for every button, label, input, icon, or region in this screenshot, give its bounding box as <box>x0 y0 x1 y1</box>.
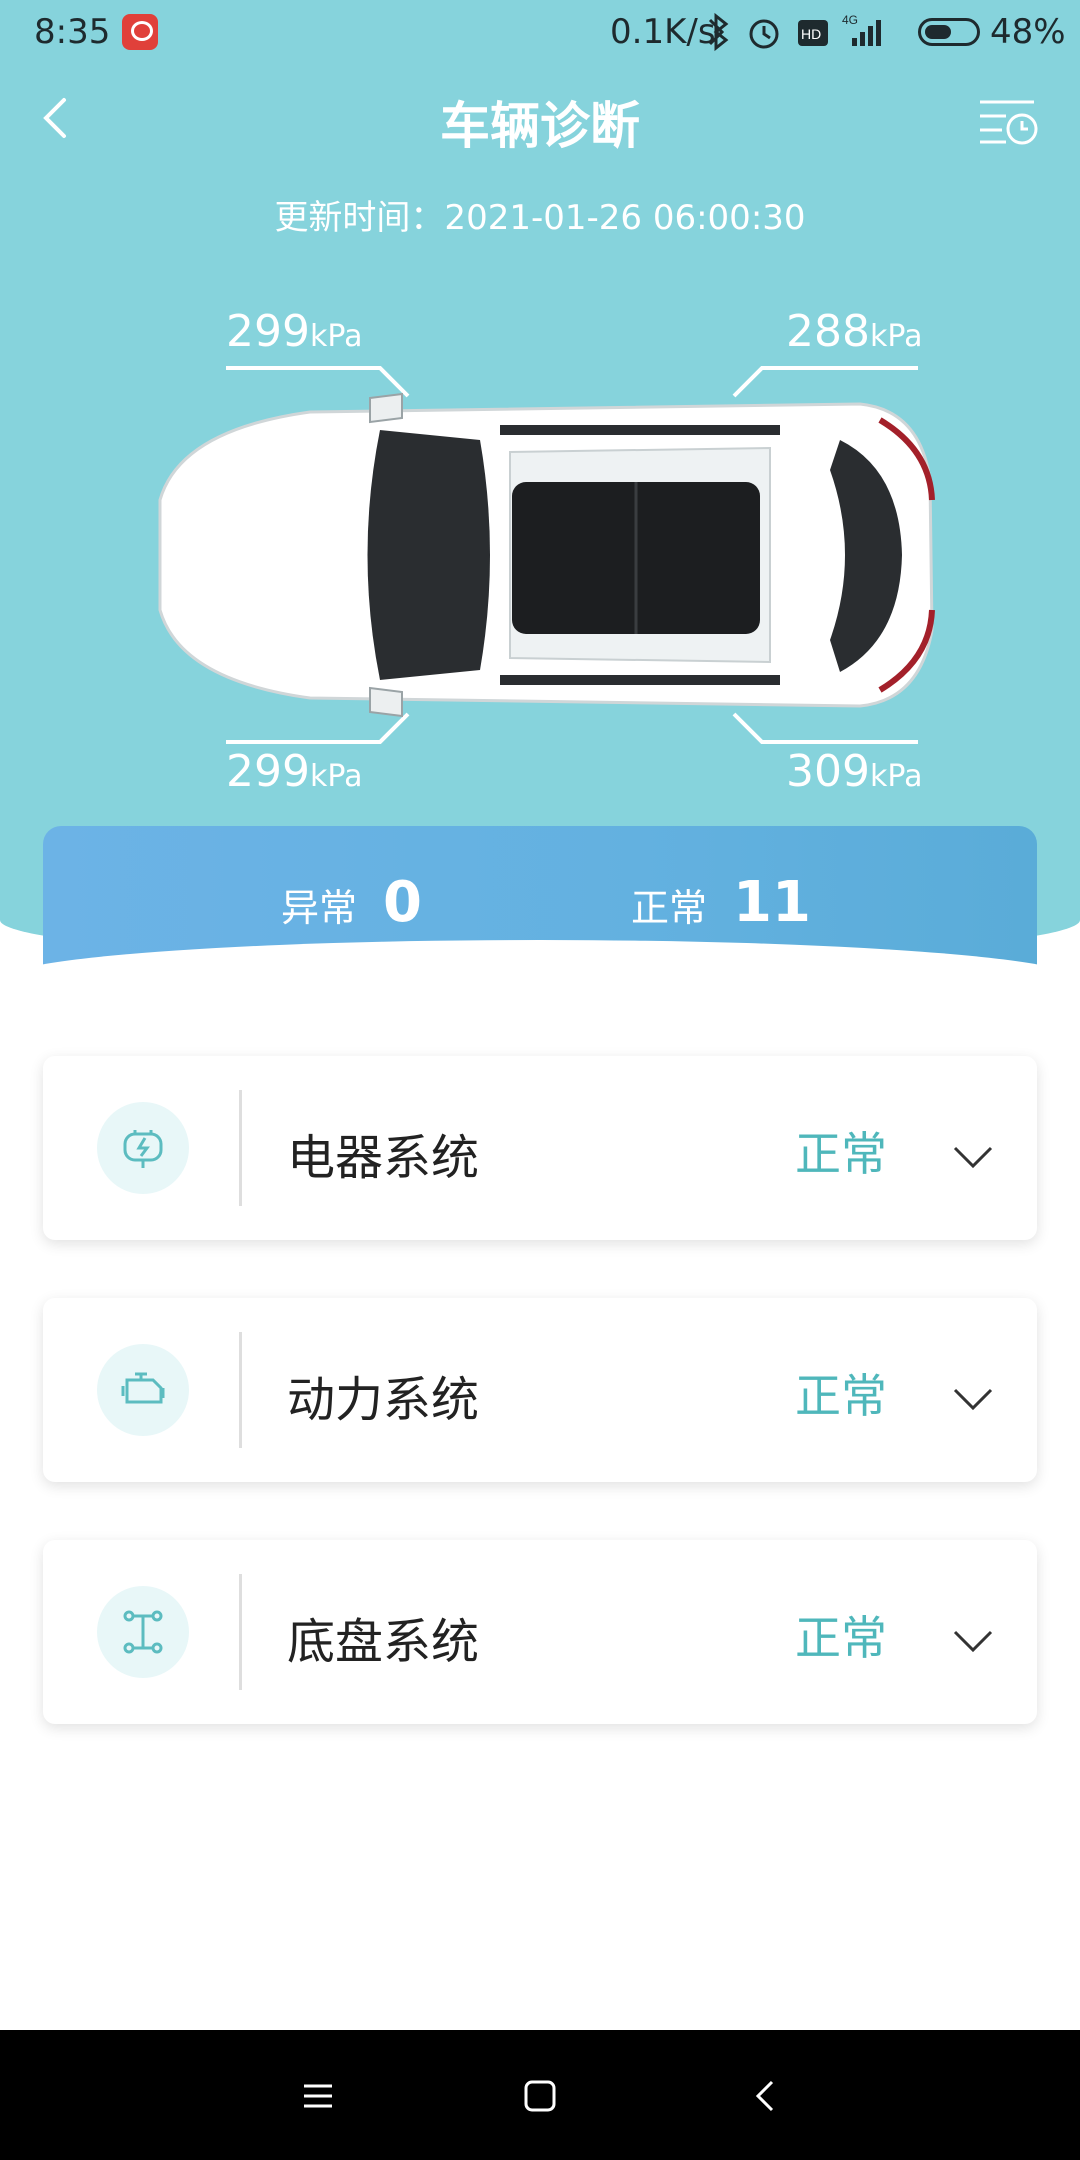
update-time: 更新时间：2021-01-26 06:00:30 <box>274 198 806 238</box>
chassis-icon <box>97 1586 189 1678</box>
tire-front-left-value: 299 <box>226 306 310 357</box>
system-name: 底盘系统 <box>287 1614 480 1670</box>
chevron-down-icon[interactable] <box>953 1386 993 1412</box>
system-nav-bar <box>0 2030 1080 2160</box>
system-name: 动力系统 <box>287 1372 480 1428</box>
car-top-view-image <box>158 392 935 718</box>
status-icons: HD 4G <box>708 12 881 52</box>
card-divider <box>239 1090 242 1206</box>
battery-percent: 48% <box>990 12 1066 52</box>
status-time: 8:35 <box>34 12 111 52</box>
tire-unit: kPa <box>869 759 923 794</box>
page-title: 车辆诊断 <box>440 97 640 155</box>
card-divider <box>239 1332 242 1448</box>
normal-count: 正常 11 <box>631 870 811 935</box>
app-notification-icon <box>122 14 158 50</box>
nav-back-icon[interactable] <box>744 2074 788 2118</box>
tire-rear-left-value: 299 <box>226 746 310 797</box>
system-card-powertrain[interactable]: 动力系统 正常 <box>43 1298 1037 1482</box>
engine-icon <box>97 1344 189 1436</box>
network-speed: 0.1K/s <box>610 12 716 52</box>
abnormal-value: 0 <box>383 870 422 935</box>
chevron-down-icon[interactable] <box>953 1144 993 1170</box>
svg-text:4G: 4G <box>842 13 858 27</box>
battery-electric-icon <box>97 1102 189 1194</box>
system-status: 正常 <box>795 1369 887 1423</box>
system-card-electrical[interactable]: 电器系统 正常 <box>43 1056 1037 1240</box>
system-status: 正常 <box>795 1127 887 1181</box>
tire-unit: kPa <box>309 759 363 794</box>
tire-unit: kPa <box>869 319 923 354</box>
battery-icon <box>918 18 980 46</box>
home-icon[interactable] <box>518 2074 562 2118</box>
status-bar: 8:35 0.1K/s HD 4G 48% <box>0 0 1080 66</box>
history-list-icon[interactable] <box>978 96 1038 146</box>
chevron-down-icon[interactable] <box>953 1628 993 1654</box>
tire-rear-left: 299kPa <box>226 746 362 797</box>
normal-label: 正常 <box>631 886 708 930</box>
abnormal-count: 异常 0 <box>281 870 422 935</box>
system-name: 电器系统 <box>287 1130 480 1186</box>
tire-front-left: 299kPa <box>226 306 362 357</box>
tire-front-right-value: 288 <box>786 306 870 357</box>
system-status: 正常 <box>795 1611 887 1665</box>
tire-unit: kPa <box>309 319 363 354</box>
normal-value: 11 <box>733 870 811 935</box>
abnormal-label: 异常 <box>281 886 358 930</box>
system-card-chassis[interactable]: 底盘系统 正常 <box>43 1540 1037 1724</box>
menu-icon[interactable] <box>296 2074 340 2118</box>
tire-front-right: 288kPa <box>786 306 922 357</box>
svg-text:HD: HD <box>801 26 821 42</box>
tire-rear-right: 309kPa <box>786 746 922 797</box>
battery-level <box>925 25 951 39</box>
tire-rear-right-value: 309 <box>786 746 870 797</box>
card-divider <box>239 1574 242 1690</box>
